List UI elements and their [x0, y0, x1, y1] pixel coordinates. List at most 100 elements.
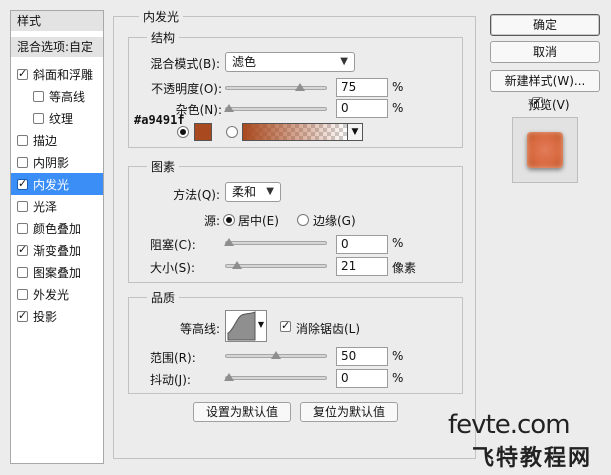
size-input[interactable]: 21	[336, 257, 388, 276]
style-item-checkbox[interactable]	[17, 200, 28, 212]
styles-header[interactable]: 样式	[11, 11, 103, 31]
noise-unit: %	[392, 101, 404, 115]
elements-title: 图素	[147, 158, 180, 175]
source-center-radio[interactable]	[223, 214, 235, 226]
glow-color-swatch[interactable]	[194, 123, 212, 141]
style-item[interactable]: 内阴影	[11, 151, 103, 173]
style-item-checkbox[interactable]	[17, 67, 28, 80]
method-select[interactable]: 柔和 ▼	[225, 182, 281, 202]
set-default-button[interactable]: 设置为默认值	[193, 402, 291, 422]
style-item-checkbox[interactable]	[33, 90, 44, 102]
style-item-label: 颜色叠加	[33, 221, 82, 236]
opacity-slider-track[interactable]	[225, 86, 327, 90]
style-item-label: 投影	[33, 309, 58, 324]
style-item[interactable]: 光泽	[11, 195, 103, 217]
inner-glow-title: 内发光	[139, 8, 184, 25]
style-item-label: 等高线	[49, 89, 86, 104]
style-item-checkbox[interactable]	[17, 134, 28, 146]
contour-curve-icon	[227, 311, 256, 341]
ok-button[interactable]: 确定	[490, 14, 600, 36]
style-item[interactable]: 渐变叠加	[11, 239, 103, 261]
preview-label[interactable]: 预览(V)	[528, 96, 570, 113]
style-item-checkbox[interactable]	[17, 266, 28, 278]
quality-title: 品质	[147, 289, 180, 306]
range-slider-thumb[interactable]	[271, 351, 281, 359]
choke-unit: %	[392, 236, 404, 250]
chevron-down-icon: ▼	[351, 127, 359, 137]
cancel-button[interactable]: 取消	[490, 41, 600, 63]
style-item-checkbox[interactable]	[17, 222, 28, 234]
style-item[interactable]: 投影	[11, 305, 103, 327]
jitter-unit: %	[392, 371, 404, 385]
reset-default-button[interactable]: 复位为默认值	[300, 402, 398, 422]
gradient-radio[interactable]	[226, 126, 238, 138]
style-item[interactable]: 等高线	[11, 85, 103, 107]
method-label: 方法(Q):	[173, 188, 220, 202]
opacity-slider-thumb[interactable]	[294, 83, 305, 91]
glow-gradient-swatch[interactable]	[242, 123, 348, 141]
style-item-checkbox[interactable]	[17, 156, 28, 168]
chevron-down-icon: ▼	[266, 186, 274, 197]
jitter-slider-track[interactable]	[225, 376, 327, 380]
style-item-label: 光泽	[33, 199, 58, 214]
jitter-label: 抖动(J):	[150, 373, 191, 387]
choke-slider-track[interactable]	[225, 241, 327, 245]
style-preview-box	[512, 117, 578, 183]
style-item-checkbox[interactable]	[17, 309, 28, 322]
jitter-input[interactable]: 0	[336, 369, 388, 388]
style-item[interactable]: 描边	[11, 129, 103, 151]
opacity-input[interactable]: 75	[336, 78, 388, 97]
blend-mode-value: 滤色	[232, 55, 257, 69]
watermark-name: 飞特教程网	[472, 446, 593, 471]
choke-input[interactable]: 0	[336, 235, 388, 254]
method-value: 柔和	[232, 185, 257, 199]
style-item-label: 内发光	[33, 177, 70, 192]
color-radio[interactable]	[177, 126, 189, 138]
noise-input[interactable]: 0	[336, 99, 388, 118]
antialias-label[interactable]: 消除锯齿(L)	[296, 320, 360, 337]
style-item-label: 渐变叠加	[33, 243, 82, 258]
range-input[interactable]: 50	[336, 347, 388, 366]
preview-swatch	[527, 132, 563, 168]
style-item[interactable]: 斜面和浮雕	[11, 63, 103, 85]
size-slider-thumb[interactable]	[231, 261, 242, 269]
choke-slider-thumb[interactable]	[224, 238, 234, 246]
style-item-label: 斜面和浮雕	[33, 67, 94, 82]
style-item-checkbox[interactable]	[17, 177, 28, 190]
noise-slider-thumb[interactable]	[224, 104, 234, 112]
source-edge-radio[interactable]	[297, 214, 309, 226]
source-label: 源:	[203, 214, 220, 228]
size-label: 大小(S):	[150, 261, 196, 275]
style-item-checkbox[interactable]	[17, 243, 28, 256]
chevron-down-icon: ▼	[340, 56, 348, 67]
size-unit: 像素	[392, 261, 417, 275]
style-item-label: 纹理	[49, 111, 74, 126]
chevron-down-icon: ▼	[257, 320, 264, 329]
opacity-label: 不透明度(O):	[151, 82, 222, 96]
styles-list: 样式 混合选项:自定 斜面和浮雕等高线纹理描边内阴影内发光光泽颜色叠加渐变叠加图…	[10, 10, 104, 464]
source-edge-label[interactable]: 边缘(G)	[313, 212, 356, 229]
style-item-checkbox[interactable]	[17, 288, 28, 300]
style-item[interactable]: 外发光	[11, 283, 103, 305]
style-item[interactable]: 纹理	[11, 107, 103, 129]
style-item-label: 描边	[33, 133, 58, 148]
blend-mode-label: 混合模式(B):	[150, 57, 220, 71]
blend-mode-select[interactable]: 滤色 ▼	[225, 52, 355, 72]
style-item[interactable]: 内发光	[11, 173, 103, 195]
blend-options-item[interactable]: 混合选项:自定	[11, 37, 103, 57]
range-label: 范围(R):	[150, 351, 196, 365]
contour-label: 等高线:	[179, 322, 220, 336]
contour-picker[interactable]: ▼	[225, 310, 267, 342]
new-style-button[interactable]: 新建样式(W)...	[490, 70, 600, 92]
structure-title: 结构	[147, 29, 180, 46]
style-item-checkbox[interactable]	[33, 112, 44, 124]
watermark-site: fevte.com	[448, 410, 571, 440]
style-item[interactable]: 颜色叠加	[11, 217, 103, 239]
style-item-label: 图案叠加	[33, 265, 82, 280]
noise-slider-track[interactable]	[225, 107, 327, 111]
jitter-slider-thumb[interactable]	[224, 373, 234, 381]
gradient-dropdown-button[interactable]: ▼	[347, 123, 363, 141]
style-item[interactable]: 图案叠加	[11, 261, 103, 283]
antialias-checkbox[interactable]	[280, 319, 291, 332]
source-center-label[interactable]: 居中(E)	[238, 212, 279, 229]
